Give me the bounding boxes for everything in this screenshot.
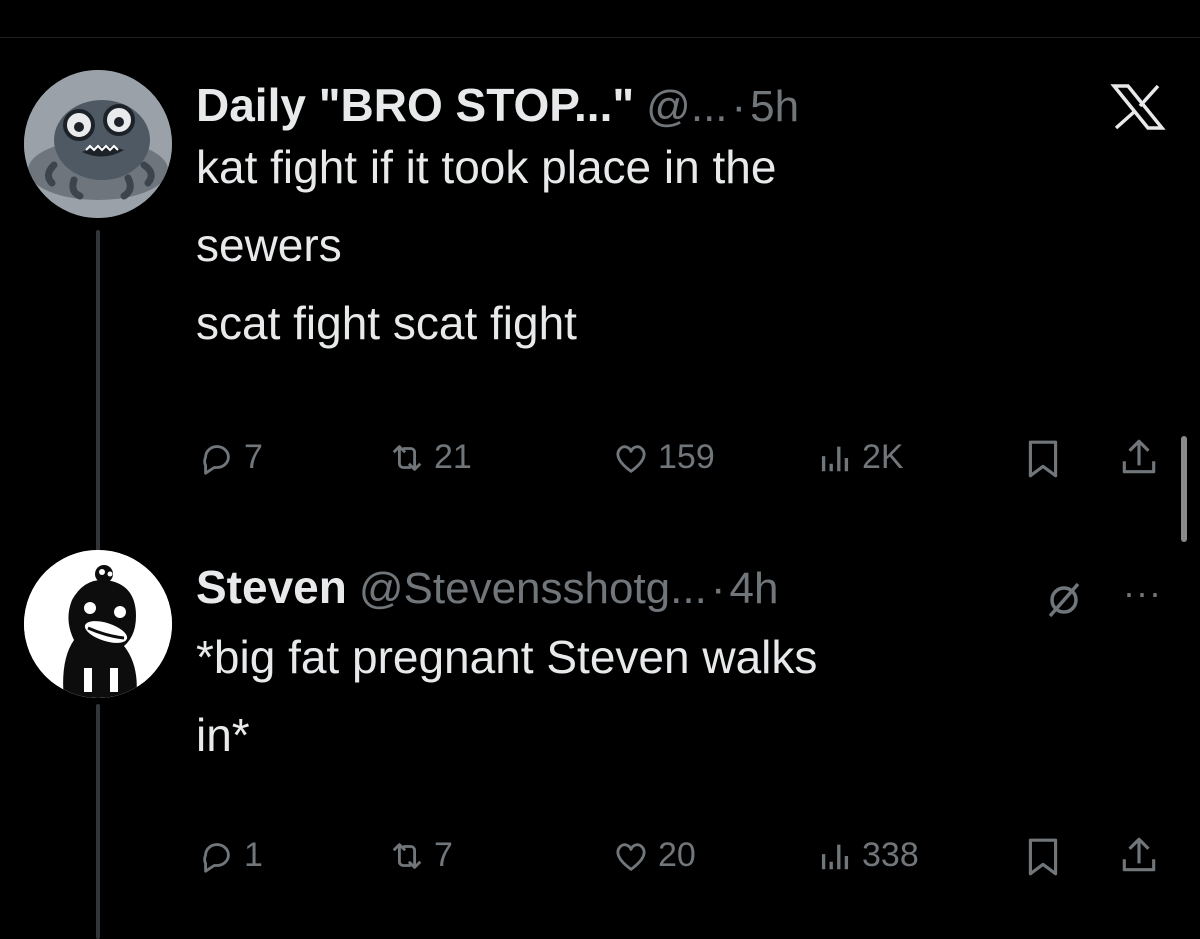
- views-button[interactable]: 2K: [816, 438, 904, 477]
- avatar[interactable]: [24, 550, 172, 698]
- tweet-line: in*: [196, 709, 250, 761]
- grok-icon[interactable]: [1044, 580, 1084, 620]
- separator: ·: [731, 82, 747, 131]
- reply-icon: [203, 444, 230, 475]
- timestamp[interactable]: 5h: [750, 82, 799, 132]
- character-avatar-icon: [24, 550, 172, 698]
- bookmark-icon: [1028, 440, 1058, 478]
- thread-line: [96, 704, 100, 939]
- tweet[interactable]: Steven @Stevensshotg... · 4h *big fat pr…: [196, 560, 1160, 766]
- tweet-line: scat fight scat fight: [196, 297, 577, 349]
- like-count: 159: [658, 438, 715, 476]
- thread-line: [96, 230, 100, 556]
- more-button[interactable]: ···: [1123, 572, 1162, 614]
- display-name[interactable]: Steven: [196, 560, 347, 614]
- tweet-text: kat fight if it took place in the sewers…: [196, 136, 1160, 354]
- reply-count: 1: [244, 836, 263, 874]
- more-icon: ···: [1123, 572, 1162, 613]
- share-icon: [1122, 837, 1156, 872]
- bookmark-button[interactable]: [1022, 836, 1064, 883]
- tweet-line: sewers: [196, 219, 342, 271]
- views-count: 338: [862, 836, 919, 874]
- reply-button[interactable]: 1: [198, 836, 263, 875]
- like-button[interactable]: 20: [612, 836, 696, 875]
- bookmark-icon: [1028, 838, 1058, 876]
- tweet-actions: 1 7 20 338: [0, 832, 1200, 882]
- share-icon: [1122, 439, 1156, 474]
- like-count: 20: [658, 836, 696, 874]
- creature-avatar-icon: [24, 70, 172, 218]
- repost-icon: [392, 444, 422, 471]
- repost-count: 7: [434, 836, 453, 874]
- tweet-line: kat fight if it took place in the: [196, 141, 777, 193]
- handle[interactable]: @...: [646, 82, 727, 132]
- top-divider: [0, 37, 1200, 38]
- reply-button[interactable]: 7: [198, 438, 263, 477]
- reply-count: 7: [244, 438, 263, 476]
- tweet-text: *big fat pregnant Steven walks in*: [196, 626, 1160, 766]
- repost-icon: [392, 842, 422, 869]
- handle[interactable]: @Stevensshotg...: [359, 564, 707, 614]
- reply-icon: [203, 842, 230, 873]
- bookmark-button[interactable]: [1022, 438, 1064, 485]
- repost-button[interactable]: 21: [388, 438, 472, 477]
- views-icon: [821, 844, 849, 869]
- like-icon: [616, 444, 646, 473]
- separator: ·: [710, 564, 726, 613]
- tweet-actions: 7 21 159 2K: [0, 434, 1200, 484]
- like-icon: [616, 842, 646, 871]
- timestamp[interactable]: 4h: [729, 564, 778, 614]
- repost-button[interactable]: 7: [388, 836, 453, 875]
- views-count: 2K: [862, 438, 904, 476]
- tweet[interactable]: Daily "BRO STOP..." @... · 5h kat fight …: [196, 78, 1160, 354]
- tweet-header: Daily "BRO STOP..." @... · 5h: [196, 78, 1160, 132]
- views-icon: [821, 446, 849, 471]
- tweet-line: *big fat pregnant Steven walks: [196, 631, 818, 683]
- share-button[interactable]: [1118, 834, 1160, 881]
- scrollbar[interactable]: [1181, 436, 1187, 542]
- display-name[interactable]: Daily "BRO STOP...": [196, 78, 634, 132]
- views-button[interactable]: 338: [816, 836, 919, 875]
- repost-count: 21: [434, 438, 472, 476]
- like-button[interactable]: 159: [612, 438, 715, 477]
- avatar[interactable]: [24, 70, 172, 218]
- share-button[interactable]: [1118, 436, 1160, 483]
- tweet-header: Steven @Stevensshotg... · 4h: [196, 560, 1160, 614]
